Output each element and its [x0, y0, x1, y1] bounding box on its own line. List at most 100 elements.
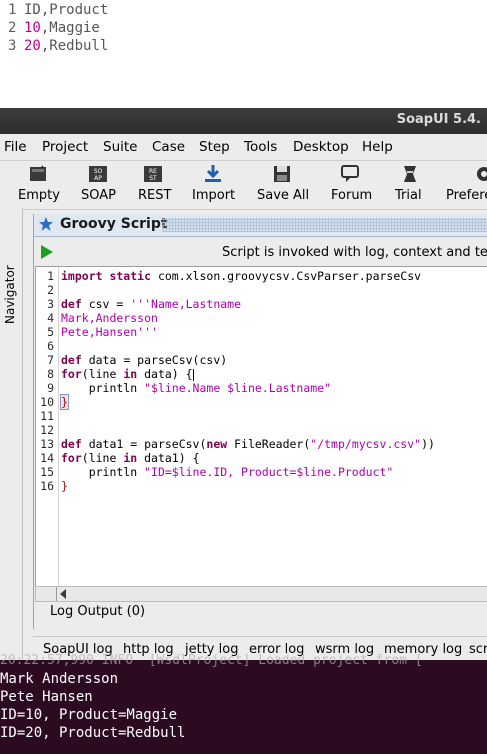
soap-icon: SOAP — [89, 166, 107, 182]
groovy-script-panel: Groovy Script Script is invoked with log… — [33, 214, 487, 629]
menu-file[interactable]: File — [4, 139, 27, 155]
code-line: import static com.xlson.groovycsv.CsvPar… — [61, 269, 421, 283]
menu-step[interactable]: Step — [199, 139, 230, 155]
panel-header: Groovy Script — [34, 214, 487, 237]
code-text: com.xlson.groovycsv.CsvParser.parseCsv — [151, 269, 422, 283]
line-number: 5 — [47, 325, 54, 339]
terminal-output[interactable]: 20:22:57,990 INFO [WsdlProject] Loaded p… — [0, 653, 487, 754]
rest-button[interactable]: RE ST REST — [134, 161, 174, 209]
menu-help[interactable]: Help — [362, 139, 393, 155]
line-number: 2 — [47, 283, 54, 297]
csv-line: 3 20,Redbull — [8, 37, 108, 55]
menu-tools[interactable]: Tools — [244, 139, 277, 155]
code-line: for(line in data) { — [61, 367, 194, 381]
line-number: 9 — [47, 381, 54, 395]
string-literal: Pete,Hansen''' — [61, 325, 158, 339]
horizontal-scrollbar[interactable] — [35, 586, 487, 602]
csv-cell: ,Maggie — [40, 20, 100, 36]
line-number: 13 — [40, 437, 54, 451]
soap-button[interactable]: SO AP SOAP — [78, 161, 118, 209]
code-text: (line — [81, 451, 124, 465]
soap-label: SOAP — [81, 188, 116, 203]
code-text: } — [61, 479, 68, 493]
line-number: 2 — [8, 20, 17, 36]
line-number: 14 — [40, 451, 54, 465]
code-text: println — [61, 465, 145, 479]
svg-text:AP: AP — [94, 175, 102, 182]
line-number: 11 — [40, 409, 54, 423]
navigator-panel[interactable]: Navigator — [0, 209, 23, 660]
menu-desktop[interactable]: Desktop — [293, 139, 349, 155]
script-editor[interactable]: 1 2 3 4 5 6 7 8 9 10 11 12 13 14 15 16 i… — [35, 266, 487, 588]
forum-icon — [341, 165, 359, 182]
code-text: csv = — [81, 297, 131, 311]
empty-project-button[interactable]: Empty — [14, 161, 62, 209]
terminal-line: ID=10, Product=Maggie — [0, 707, 178, 723]
scrollbar-divider — [56, 587, 57, 601]
terminal-line: Mark Andersson — [0, 671, 119, 687]
string-literal: Mark,Andersson — [61, 311, 158, 325]
code-text: (line — [81, 367, 124, 381]
code-line: def data1 = parseCsv(new FileReader("/tm… — [61, 437, 435, 451]
code-text: data1) { — [137, 451, 200, 465]
keyword: new — [206, 437, 228, 451]
code-text: FileReader( — [227, 437, 311, 451]
script-info-text: Script is invoked with log, context and … — [222, 245, 487, 260]
tab-script-log[interactable]: scr — [469, 642, 487, 657]
string-literal: "ID=$line.ID, Product=$line.Product" — [144, 465, 394, 479]
preferences-button[interactable]: Prefere — [444, 161, 487, 209]
line-number: 7 — [47, 353, 54, 367]
menu-suite[interactable]: Suite — [103, 139, 137, 155]
csv-cell: 10 — [24, 20, 41, 36]
keyword: def — [61, 297, 82, 311]
keyword: import static — [61, 269, 152, 283]
save-all-label: Save All — [257, 188, 310, 203]
forum-button[interactable]: Forum — [328, 161, 374, 209]
line-number: 3 — [47, 297, 54, 311]
window-titlebar[interactable]: SoapUI 5.4. — [0, 108, 487, 134]
code-line: for(line in data1) { — [61, 451, 200, 465]
menu-case[interactable]: Case — [152, 139, 185, 155]
line-number: 1 — [47, 269, 54, 283]
scroll-left-icon[interactable] — [60, 589, 66, 599]
window-title: SoapUI 5.4. — [396, 112, 481, 127]
navigator-label: Navigator — [3, 265, 17, 324]
import-icon — [205, 165, 221, 182]
text-cursor — [192, 368, 194, 381]
terminal-log-line: 20:22:57,990 INFO [WsdlProject] Loaded p… — [0, 653, 423, 668]
code-text: )) — [421, 437, 435, 451]
svg-text:SO: SO — [94, 168, 103, 175]
svg-text:ST: ST — [149, 175, 157, 182]
code-text: data = parseCsv(csv) — [81, 353, 228, 367]
save-all-button[interactable]: Save All — [254, 161, 310, 209]
terminal-line: Pete Hansen — [0, 689, 93, 705]
csv-text-editor[interactable]: 1 ID,Product 2 10,Maggie 3 20,Redbull — [0, 0, 487, 106]
trial-button[interactable]: Trial — [392, 161, 428, 209]
csv-cell: ,Redbull — [40, 38, 109, 54]
svg-text:RE: RE — [149, 168, 157, 175]
csv-cell: ID — [24, 2, 41, 18]
csv-cell: ,Product — [40, 2, 109, 18]
keyword: for — [61, 451, 82, 465]
matched-brace: } — [60, 394, 69, 410]
code-line: println "ID=$line.ID, Product=$line.Prod… — [61, 465, 394, 479]
save-all-icon — [274, 166, 290, 182]
main-toolbar: Empty SO AP SOAP RE ST REST Import Save Al… — [0, 161, 487, 210]
menu-project[interactable]: Project — [42, 139, 88, 155]
keyword: def — [61, 437, 82, 451]
keyword: for — [61, 367, 82, 381]
string-literal: '''Name,Lastname — [130, 297, 242, 311]
code-line: Pete,Hansen''' — [61, 325, 158, 339]
log-output-tab[interactable]: Log Output (0) — [50, 604, 145, 619]
import-label: Import — [192, 188, 236, 203]
import-button[interactable]: Import — [190, 161, 236, 209]
code-line: } — [61, 479, 68, 493]
line-gutter: 1 2 3 4 5 6 7 8 9 10 11 12 13 14 15 16 — [36, 267, 59, 587]
line-number: 3 — [8, 38, 17, 54]
script-run-bar: Script is invoked with log, context and … — [34, 238, 487, 266]
keyword: def — [61, 353, 82, 367]
csv-line: 1 ID,Product — [8, 1, 108, 19]
code-line: def data = parseCsv(csv) — [61, 353, 227, 367]
trial-icon — [404, 166, 416, 182]
run-icon[interactable] — [40, 245, 54, 259]
